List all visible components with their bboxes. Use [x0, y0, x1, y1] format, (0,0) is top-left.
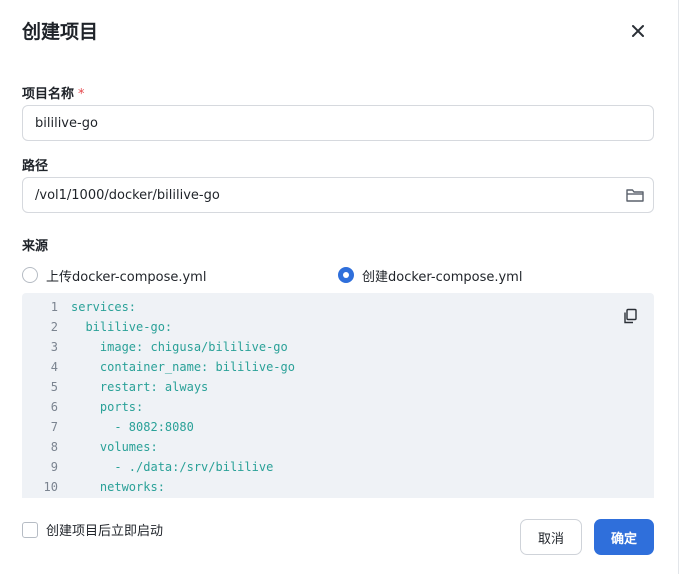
project-name-input[interactable] [22, 105, 654, 141]
radio-button[interactable] [22, 267, 38, 283]
code-line: 5 restart: always [22, 377, 654, 397]
code-text: bililive-go: [71, 320, 173, 334]
line-number: 3 [50, 340, 58, 354]
cancel-button[interactable]: 取消 [520, 519, 582, 555]
code-line: 3 image: chigusa/bililive-go [22, 337, 654, 357]
line-number: 9 [50, 460, 58, 474]
radio-label-upload: 上传docker-compose.yml [46, 269, 207, 285]
code-line: 2 bililive-go: [22, 317, 654, 337]
code-text: - 8082:8080 [71, 420, 194, 434]
create-project-dialog: 创建项目 项目名称* 路径 来源 上传docker-compose.yml 创建… [0, 0, 679, 574]
code-text: image: chigusa/bililive-go [71, 340, 288, 354]
code-text: - ./data:/srv/bililive [71, 460, 274, 474]
line-number: 5 [50, 380, 58, 394]
code-line: 4 container_name: bililive-go [22, 357, 654, 377]
code-text: container_name: bililive-go [71, 360, 295, 374]
path-input[interactable] [22, 177, 654, 213]
radio-upload-compose[interactable]: 上传docker-compose.yml [22, 266, 207, 285]
autostart-label: 创建项目后立即启动 [46, 524, 164, 539]
code-line: 6 ports: [22, 397, 654, 417]
dialog-title: 创建项目 [22, 21, 99, 43]
autostart-checkbox-row[interactable]: 创建项目后立即启动 [22, 520, 163, 539]
radio-button-selected[interactable] [338, 267, 354, 283]
code-text: restart: always [71, 380, 209, 394]
autostart-checkbox[interactable] [22, 521, 38, 538]
confirm-button[interactable]: 确定 [594, 519, 654, 555]
line-number: 7 [50, 420, 58, 434]
code-line: 7 - 8082:8080 [22, 417, 654, 437]
code-line: 10 networks: [22, 477, 654, 497]
code-text: services: [71, 300, 137, 314]
line-number: 4 [50, 360, 58, 374]
folder-icon[interactable] [625, 186, 645, 204]
code-text: ports: [71, 400, 144, 414]
code-line: 8 volumes: [22, 437, 654, 457]
code-line: 1 services: [22, 297, 654, 317]
radio-create-compose[interactable]: 创建docker-compose.yml [338, 266, 523, 285]
code-text: networks: [71, 480, 165, 494]
line-number: 2 [50, 320, 58, 334]
path-label: 路径 [22, 159, 49, 174]
project-name-label: 项目名称 * [22, 83, 85, 102]
code-line: 9 - ./data:/srv/bililive [22, 457, 654, 477]
line-number: 8 [50, 440, 58, 454]
source-label: 来源 [22, 239, 49, 254]
copy-icon[interactable] [622, 308, 638, 324]
radio-label-create: 创建docker-compose.yml [362, 269, 523, 285]
project-name-label-text: 项目名称 [22, 87, 75, 102]
line-number: 1 [50, 300, 58, 314]
compose-code-editor[interactable]: 1 services: 2 bililive-go: 3 image: chigusa… [22, 293, 654, 498]
close-icon[interactable] [627, 20, 649, 42]
code-text: volumes: [71, 440, 158, 454]
line-number: 6 [50, 400, 58, 414]
line-number: 10 [43, 480, 58, 494]
required-mark: * [78, 87, 85, 102]
